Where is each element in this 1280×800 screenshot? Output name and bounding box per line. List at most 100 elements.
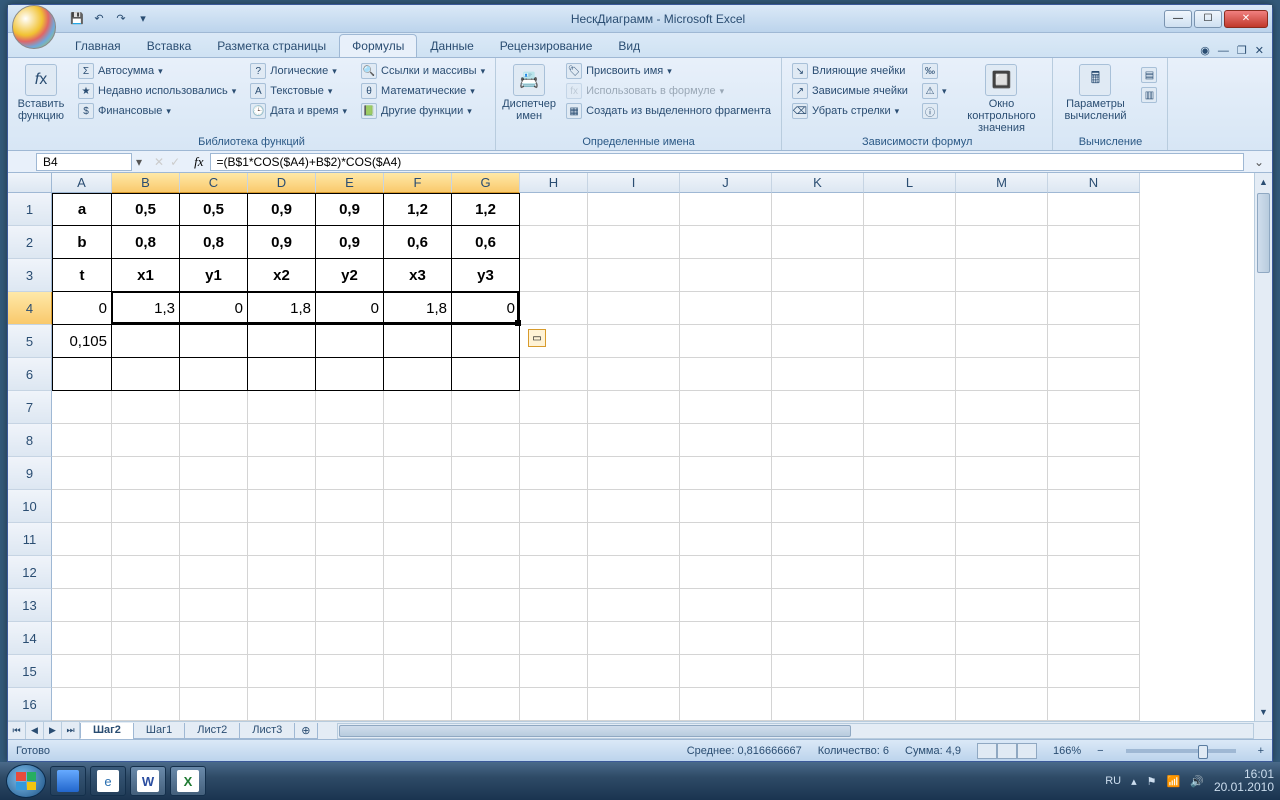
task-ie[interactable]: e <box>90 766 126 796</box>
col-header-L[interactable]: L <box>864 173 956 193</box>
cell-D10[interactable] <box>248 490 316 523</box>
cell-D6[interactable] <box>248 358 316 391</box>
cell-B5[interactable] <box>112 325 180 358</box>
col-header-H[interactable]: H <box>520 173 588 193</box>
cell-C11[interactable] <box>180 523 248 556</box>
cell-E15[interactable] <box>316 655 384 688</box>
cell-L15[interactable] <box>864 655 956 688</box>
row-header-8[interactable]: 8 <box>8 424 52 457</box>
cell-H7[interactable] <box>520 391 588 424</box>
first-sheet-icon[interactable]: ⏮ <box>8 722 26 739</box>
office-button[interactable] <box>12 5 56 49</box>
zoom-slider[interactable] <box>1126 749 1236 753</box>
cell-A11[interactable] <box>52 523 112 556</box>
cell-I15[interactable] <box>588 655 680 688</box>
cell-H16[interactable] <box>520 688 588 721</box>
col-header-B[interactable]: B <box>112 173 180 193</box>
trace-dependents-button[interactable]: ↗Зависимые ячейки <box>788 82 912 100</box>
cell-A8[interactable] <box>52 424 112 457</box>
cell-D12[interactable] <box>248 556 316 589</box>
cell-B6[interactable] <box>112 358 180 391</box>
row-header-1[interactable]: 1 <box>8 193 52 226</box>
cell-C7[interactable] <box>180 391 248 424</box>
cell-G14[interactable] <box>452 622 520 655</box>
cell-A9[interactable] <box>52 457 112 490</box>
cell-L12[interactable] <box>864 556 956 589</box>
maximize-button[interactable]: ☐ <box>1194 10 1222 28</box>
row-header-4[interactable]: 4 <box>8 292 52 325</box>
cell-A12[interactable] <box>52 556 112 589</box>
text-button[interactable]: AТекстовые <box>246 82 351 100</box>
tab-Формулы[interactable]: Формулы <box>339 34 417 57</box>
tray-clock[interactable]: 16:0120.01.2010 <box>1214 768 1274 794</box>
col-header-M[interactable]: M <box>956 173 1048 193</box>
select-all-corner[interactable] <box>8 173 52 193</box>
row-header-9[interactable]: 9 <box>8 457 52 490</box>
cell-D7[interactable] <box>248 391 316 424</box>
cell-L2[interactable] <box>864 226 956 259</box>
cell-J16[interactable] <box>680 688 772 721</box>
cell-D2[interactable]: 0,9 <box>248 226 316 259</box>
cell-A2[interactable]: b <box>52 226 112 259</box>
cell-M6[interactable] <box>956 358 1048 391</box>
minimize-button[interactable]: — <box>1164 10 1192 28</box>
row-header-7[interactable]: 7 <box>8 391 52 424</box>
cell-H13[interactable] <box>520 589 588 622</box>
cell-H2[interactable] <box>520 226 588 259</box>
cell-M10[interactable] <box>956 490 1048 523</box>
cell-M15[interactable] <box>956 655 1048 688</box>
cell-B1[interactable]: 0,5 <box>112 193 180 226</box>
cell-E5[interactable] <box>316 325 384 358</box>
lookup-button[interactable]: 🔍Ссылки и массивы <box>357 62 489 80</box>
cell-B3[interactable]: x1 <box>112 259 180 292</box>
cell-D13[interactable] <box>248 589 316 622</box>
cell-F1[interactable]: 1,2 <box>384 193 452 226</box>
cell-G13[interactable] <box>452 589 520 622</box>
cell-H8[interactable] <box>520 424 588 457</box>
cell-K10[interactable] <box>772 490 864 523</box>
cell-C15[interactable] <box>180 655 248 688</box>
cell-I10[interactable] <box>588 490 680 523</box>
cell-J4[interactable] <box>680 292 772 325</box>
cell-M11[interactable] <box>956 523 1048 556</box>
col-header-G[interactable]: G <box>452 173 520 193</box>
create-from-sel-button[interactable]: ▦Создать из выделенного фрагмента <box>562 102 775 120</box>
cell-I6[interactable] <box>588 358 680 391</box>
task-word[interactable]: W <box>130 766 166 796</box>
autosum-button[interactable]: ΣАвтосумма <box>74 62 240 80</box>
cell-F7[interactable] <box>384 391 452 424</box>
last-sheet-icon[interactable]: ⏭ <box>62 722 80 739</box>
cell-I14[interactable] <box>588 622 680 655</box>
col-header-E[interactable]: E <box>316 173 384 193</box>
cell-F13[interactable] <box>384 589 452 622</box>
cell-L10[interactable] <box>864 490 956 523</box>
tab-Вставка[interactable]: Вставка <box>134 34 205 57</box>
cell-G6[interactable] <box>452 358 520 391</box>
cell-F6[interactable] <box>384 358 452 391</box>
cell-C5[interactable] <box>180 325 248 358</box>
mdi-close-icon[interactable]: ✕ <box>1255 44 1264 57</box>
cell-N12[interactable] <box>1048 556 1140 589</box>
cell-G2[interactable]: 0,6 <box>452 226 520 259</box>
cell-E6[interactable] <box>316 358 384 391</box>
redo-icon[interactable]: ↷ <box>112 10 130 28</box>
cell-F10[interactable] <box>384 490 452 523</box>
cell-L3[interactable] <box>864 259 956 292</box>
view-buttons[interactable] <box>977 743 1037 759</box>
cell-A7[interactable] <box>52 391 112 424</box>
row-header-5[interactable]: 5 <box>8 325 52 358</box>
new-sheet-button[interactable]: ⊕ <box>294 723 317 739</box>
cell-G16[interactable] <box>452 688 520 721</box>
scroll-down-icon[interactable]: ▼ <box>1255 703 1272 721</box>
cell-N7[interactable] <box>1048 391 1140 424</box>
cell-G1[interactable]: 1,2 <box>452 193 520 226</box>
cell-E16[interactable] <box>316 688 384 721</box>
insert-function-button[interactable]: fx Вставить функцию <box>14 60 68 122</box>
cell-A5[interactable]: 0,105 <box>52 325 112 358</box>
cell-K6[interactable] <box>772 358 864 391</box>
cell-L14[interactable] <box>864 622 956 655</box>
date-button[interactable]: 🕒Дата и время <box>246 102 351 120</box>
task-libraries[interactable] <box>50 766 86 796</box>
math-button[interactable]: θМатематические <box>357 82 489 100</box>
logical-button[interactable]: ?Логические <box>246 62 351 80</box>
